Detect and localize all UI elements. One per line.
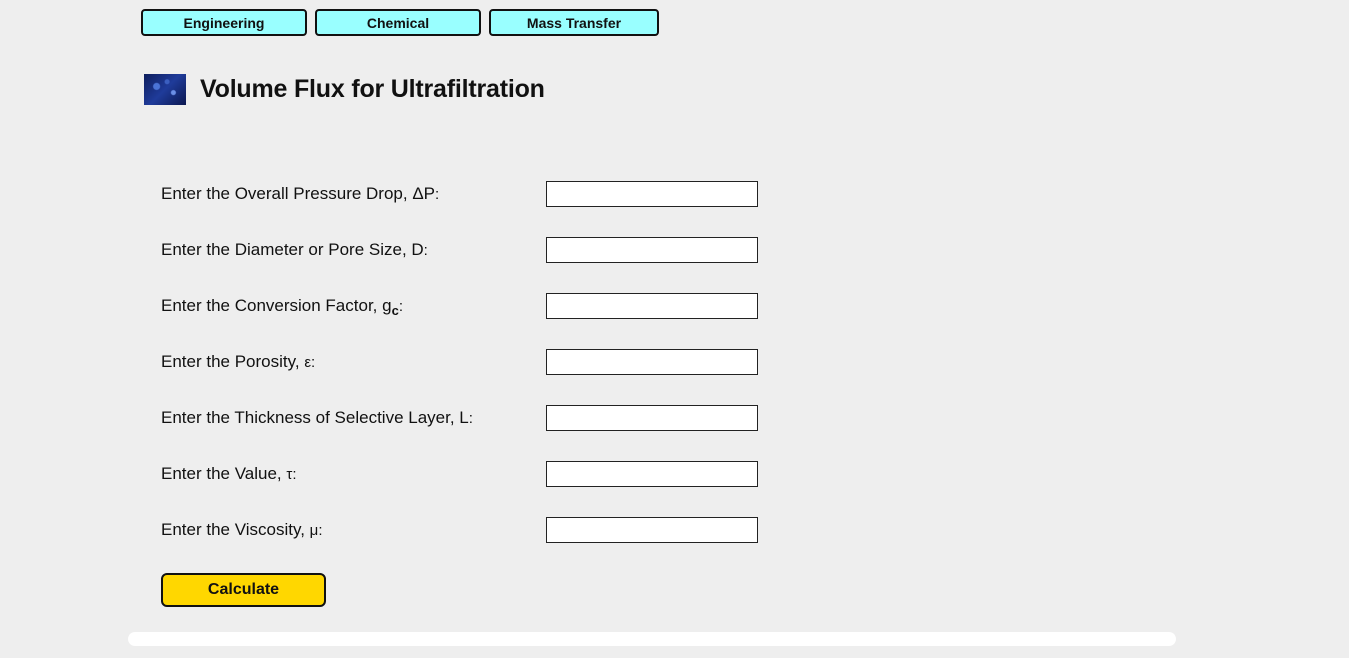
field-label: Enter the Conversion Factor, gc: <box>161 296 403 318</box>
diameter-input[interactable] <box>546 237 758 263</box>
field-label: Enter the Viscosity, μ: <box>161 520 323 539</box>
conversion-factor-input[interactable] <box>546 293 758 319</box>
field-label: Enter the Porosity, ε: <box>161 352 316 371</box>
calculator-logo-icon <box>144 74 186 105</box>
pressure-drop-input[interactable] <box>546 181 758 207</box>
breadcrumb-engineering[interactable]: Engineering <box>141 9 307 36</box>
page-header: Volume Flux for Ultrafiltration <box>144 74 545 105</box>
porosity-input[interactable] <box>546 349 758 375</box>
page-title: Volume Flux for Ultrafiltration <box>200 75 545 103</box>
result-panel <box>128 632 1176 646</box>
field-label: Enter the Thickness of Selective Layer, … <box>161 408 473 427</box>
viscosity-input[interactable] <box>546 517 758 543</box>
field-label: Enter the Value, τ: <box>161 464 297 483</box>
breadcrumb-chemical[interactable]: Chemical <box>315 9 481 36</box>
tau-value-input[interactable] <box>546 461 758 487</box>
thickness-input[interactable] <box>546 405 758 431</box>
field-label: Enter the Diameter or Pore Size, D: <box>161 240 428 259</box>
field-label: Enter the Overall Pressure Drop, ΔP: <box>161 184 440 203</box>
breadcrumb: Engineering Chemical Mass Transfer <box>141 9 659 36</box>
breadcrumb-mass-transfer[interactable]: Mass Transfer <box>489 9 659 36</box>
calculate-button[interactable]: Calculate <box>161 573 326 607</box>
